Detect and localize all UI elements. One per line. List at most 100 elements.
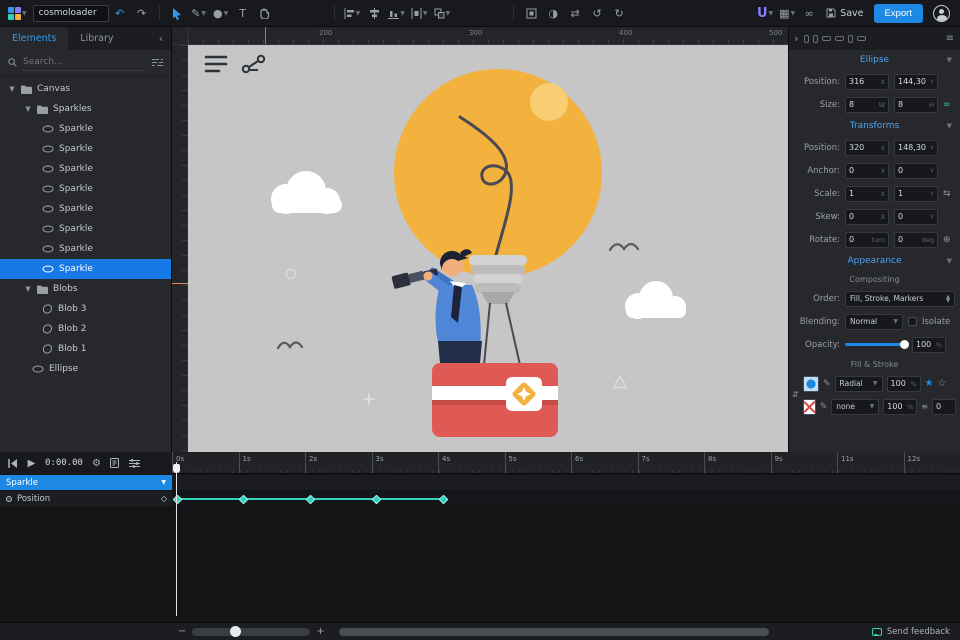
preset-icon[interactable]: [804, 34, 810, 43]
timeline-zoom-slider[interactable]: [192, 626, 311, 637]
link-scale-icon[interactable]: ⇆: [943, 189, 951, 199]
redo-button[interactable]: ↷: [131, 0, 153, 27]
bird-icon[interactable]: [608, 242, 640, 252]
skew-x-input[interactable]: 0X: [845, 208, 889, 225]
keyframe-diamond[interactable]: [305, 494, 315, 504]
expand-panel-button[interactable]: ›: [794, 32, 798, 45]
edit-fill-icon[interactable]: ✎: [823, 379, 831, 389]
rotate-deg-input[interactable]: 0 deg: [894, 231, 938, 248]
sparkle-triangle[interactable]: [612, 374, 628, 389]
opacity-slider[interactable]: [845, 340, 909, 349]
position-x-input[interactable]: 316 X: [845, 73, 889, 90]
anchor-x-input[interactable]: 0X: [845, 162, 889, 179]
track-header-sparkle[interactable]: Sparkle ▼: [0, 475, 172, 490]
hand-tool-button[interactable]: [254, 0, 276, 27]
text-tool-button[interactable]: T: [232, 0, 254, 27]
app-logo[interactable]: ▼: [0, 0, 33, 27]
section-transforms[interactable]: Transforms ▼: [789, 116, 960, 136]
playhead[interactable]: [173, 462, 180, 616]
chevron-down-icon[interactable]: ▼: [161, 479, 166, 486]
track-lane-sparkle[interactable]: [172, 475, 960, 490]
chevron-down-icon[interactable]: ▼: [24, 105, 32, 113]
tree-item[interactable]: Sparkle: [0, 139, 171, 159]
skew-y-input[interactable]: 0Y: [894, 208, 938, 225]
shape-tool-button[interactable]: ● ▼: [210, 0, 232, 27]
contrast-button[interactable]: ◑: [542, 0, 564, 27]
zoom-out-button[interactable]: −: [172, 626, 192, 637]
send-feedback-link[interactable]: Send feedback: [871, 627, 960, 637]
chevron-down-icon[interactable]: ▼: [24, 285, 32, 293]
transform-x-input[interactable]: 320 X: [845, 139, 889, 156]
distribute-button[interactable]: ▼: [408, 0, 431, 27]
keyframe-editor-button[interactable]: [107, 452, 124, 474]
group-button[interactable]: ▼: [431, 0, 454, 27]
tree-item-folder[interactable]: ▼ Sparkles: [0, 99, 171, 119]
panel-menu-icon[interactable]: ≡: [946, 33, 955, 44]
opacity-input[interactable]: 100 %: [912, 336, 946, 353]
fill-type-select[interactable]: Radial ▼: [834, 375, 883, 392]
preset-icon[interactable]: [813, 34, 819, 43]
stroke-color-swatch[interactable]: [803, 398, 816, 415]
stroke-opacity-input[interactable]: 100 %: [883, 398, 918, 415]
keyframe-diamond[interactable]: [438, 494, 448, 504]
stroke-width-input[interactable]: 0: [932, 398, 956, 415]
tree-item[interactable]: Sparkle: [0, 199, 171, 219]
preset-icon[interactable]: [835, 36, 845, 41]
grid-view-button[interactable]: ▦ ▼: [776, 0, 798, 27]
add-keyframe-icon[interactable]: ◇: [161, 494, 167, 503]
edit-stroke-icon[interactable]: ✎: [820, 402, 828, 412]
size-height-input[interactable]: 8 H: [894, 96, 938, 113]
anchor-y-input[interactable]: 0Y: [894, 162, 938, 179]
rotate-ccw-button[interactable]: ↺: [586, 0, 608, 27]
stroke-width-icon[interactable]: ≡: [921, 403, 928, 411]
sparkle-plus[interactable]: [363, 393, 375, 405]
brand-menu-button[interactable]: U ▼: [754, 0, 776, 27]
sparkle-circle[interactable]: [285, 268, 297, 280]
align-center-button[interactable]: [363, 0, 385, 27]
tree-item-selected[interactable]: Sparkle: [0, 259, 171, 279]
canvas-artboard[interactable]: [188, 45, 788, 452]
keyframe-diamond[interactable]: [172, 494, 182, 504]
link-dimensions-icon[interactable]: ∞: [943, 100, 951, 110]
chevron-down-icon[interactable]: ▼: [8, 85, 16, 93]
select-tool-button[interactable]: [166, 0, 188, 27]
align-left-button[interactable]: ▼: [341, 0, 364, 27]
stroke-type-select[interactable]: none ▼: [831, 398, 880, 415]
tree-item[interactable]: Sparkle: [0, 219, 171, 239]
save-button[interactable]: Save: [820, 8, 869, 19]
tree-item-canvas[interactable]: ▼ Canvas: [0, 79, 171, 99]
align-bottom-button[interactable]: ▼: [385, 0, 408, 27]
basket[interactable]: [432, 363, 558, 437]
timeline-ruler[interactable]: 0s 1s 2s 3s 4s 5s 6s 7s 8s 9s 11s 12s: [172, 452, 960, 474]
lightbulb-balloon[interactable]: [394, 69, 602, 366]
share-nodes-icon[interactable]: [241, 54, 266, 74]
tab-elements[interactable]: Elements: [0, 27, 69, 50]
skip-to-start-button[interactable]: [4, 452, 21, 474]
search-input[interactable]: [23, 54, 146, 71]
property-header-position[interactable]: Position ◇: [0, 491, 172, 506]
tree-item[interactable]: Ellipse: [0, 359, 171, 379]
filter-icon[interactable]: [152, 58, 163, 67]
tree-item[interactable]: Sparkle: [0, 119, 171, 139]
tree-item[interactable]: Blob 3: [0, 299, 171, 319]
undo-button[interactable]: ↶: [109, 0, 131, 27]
cloud-right[interactable]: [625, 281, 686, 319]
horizontal-ruler[interactable]: 200 300 400 500: [188, 27, 788, 45]
swap-fill-stroke-icon[interactable]: ⇵: [792, 390, 799, 399]
flip-button[interactable]: ⇄: [564, 0, 586, 27]
tree-item[interactable]: Sparkle: [0, 159, 171, 179]
slider-knob[interactable]: [230, 626, 242, 637]
scale-y-input[interactable]: 1Y: [894, 185, 938, 202]
keyframe-track[interactable]: [172, 491, 960, 506]
tree-item[interactable]: Sparkle: [0, 179, 171, 199]
size-width-input[interactable]: 8 W: [845, 96, 889, 113]
share-link-button[interactable]: ∞: [798, 0, 820, 27]
rotate-pivot-icon[interactable]: ⊕: [943, 235, 951, 245]
project-name-input[interactable]: [32, 4, 109, 22]
preset-icon[interactable]: [822, 36, 832, 41]
pen-tool-button[interactable]: ✎ ▼: [188, 0, 210, 27]
fill-opacity-input[interactable]: 100 %: [886, 375, 921, 392]
play-button[interactable]: ▶: [23, 452, 40, 474]
zoom-in-button[interactable]: +: [310, 626, 330, 637]
keyframe-diamond[interactable]: [238, 494, 249, 504]
